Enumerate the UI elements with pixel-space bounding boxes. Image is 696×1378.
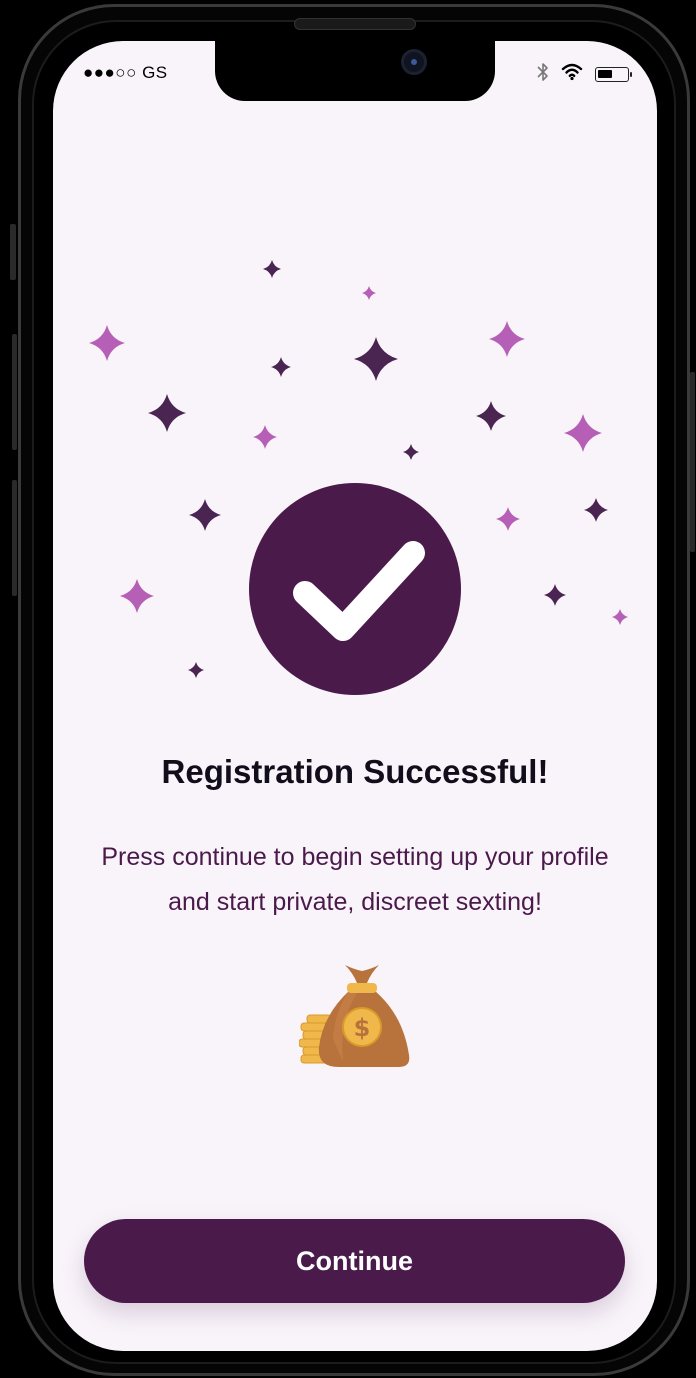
svg-text:$: $: [354, 1014, 371, 1042]
page-title: Registration Successful!: [161, 753, 549, 790]
mute-switch: [10, 224, 16, 280]
phone-device: ●●●○○ GS Registration Successful! Press …: [0, 0, 696, 1378]
sparkle-icon: [362, 286, 376, 300]
sparkle-icon: [476, 401, 506, 431]
volume-down-button: [12, 480, 17, 596]
sparkle-icon: [354, 337, 398, 381]
sparkle-icon: [271, 357, 291, 377]
earpiece-speaker: [294, 18, 416, 30]
sparkle-icon: [496, 507, 520, 531]
sparkle-icon: [612, 609, 628, 625]
sparkle-icon: [189, 499, 221, 531]
app-screen: ●●●○○ GS Registration Successful! Press …: [53, 41, 657, 1351]
continue-button[interactable]: Continue: [84, 1219, 625, 1303]
sparkle-icon: [148, 394, 186, 432]
sparkle-icon: [89, 325, 125, 361]
page-subtitle: Press continue to begin setting up your …: [101, 843, 609, 916]
checkmark-icon: [293, 541, 425, 641]
sparkle-icon: [120, 579, 154, 613]
money-bag-icon: $: [298, 961, 411, 1071]
sparkle-icon: [564, 414, 602, 452]
sparkle-icon: [188, 662, 204, 678]
sparkle-icon: [253, 425, 277, 449]
sparkle-icon: [489, 321, 525, 357]
volume-up-button: [12, 334, 17, 450]
success-badge: [249, 483, 461, 695]
sparkle-icon: [544, 584, 566, 606]
sparkle-icon: [263, 260, 281, 278]
sparkle-icon: [403, 444, 419, 460]
sparkle-icon: [584, 498, 608, 522]
power-button: [690, 372, 695, 552]
